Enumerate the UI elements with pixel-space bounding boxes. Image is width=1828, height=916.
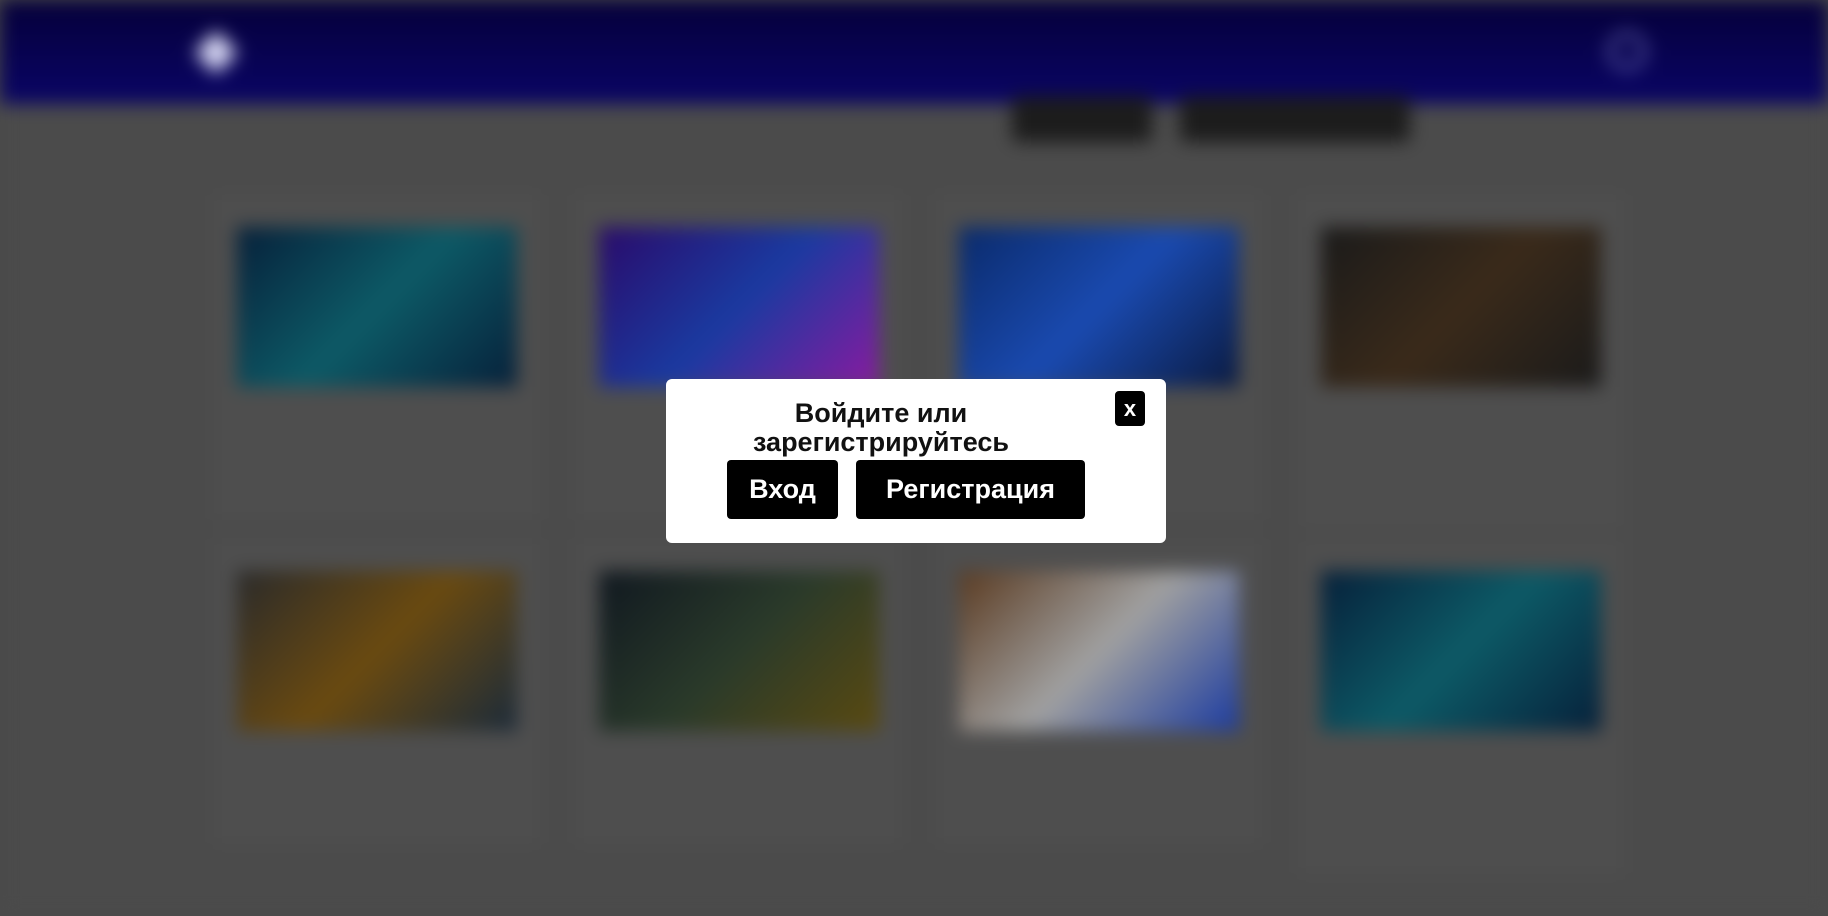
card-thumbnail	[959, 571, 1239, 731]
video-card	[578, 540, 900, 842]
card-thumbnail	[1321, 227, 1601, 387]
video-card	[1300, 540, 1622, 872]
auth-modal: Войдите или зарегистрируйтесь x Вход Рег…	[666, 379, 1166, 543]
close-button[interactable]: x	[1115, 391, 1145, 426]
search-icon	[1608, 32, 1646, 70]
site-header: ◆	[0, 0, 1828, 104]
filter-button-1	[1012, 96, 1152, 142]
video-card	[938, 540, 1260, 842]
card-thumbnail	[1321, 571, 1601, 731]
video-card	[216, 196, 538, 518]
register-button[interactable]: Регистрация	[856, 460, 1085, 519]
card-thumbnail	[599, 227, 879, 387]
card-thumbnail	[237, 571, 517, 731]
video-card	[216, 540, 538, 842]
modal-title: Войдите или зарегистрируйтесь	[752, 398, 1009, 457]
card-thumbnail	[237, 227, 517, 387]
login-button[interactable]: Вход	[727, 460, 838, 519]
card-thumbnail	[959, 227, 1239, 387]
diamond-icon: ◆	[194, 16, 238, 81]
filter-button-2	[1180, 96, 1410, 142]
video-card	[1300, 196, 1622, 528]
card-thumbnail	[599, 571, 879, 731]
